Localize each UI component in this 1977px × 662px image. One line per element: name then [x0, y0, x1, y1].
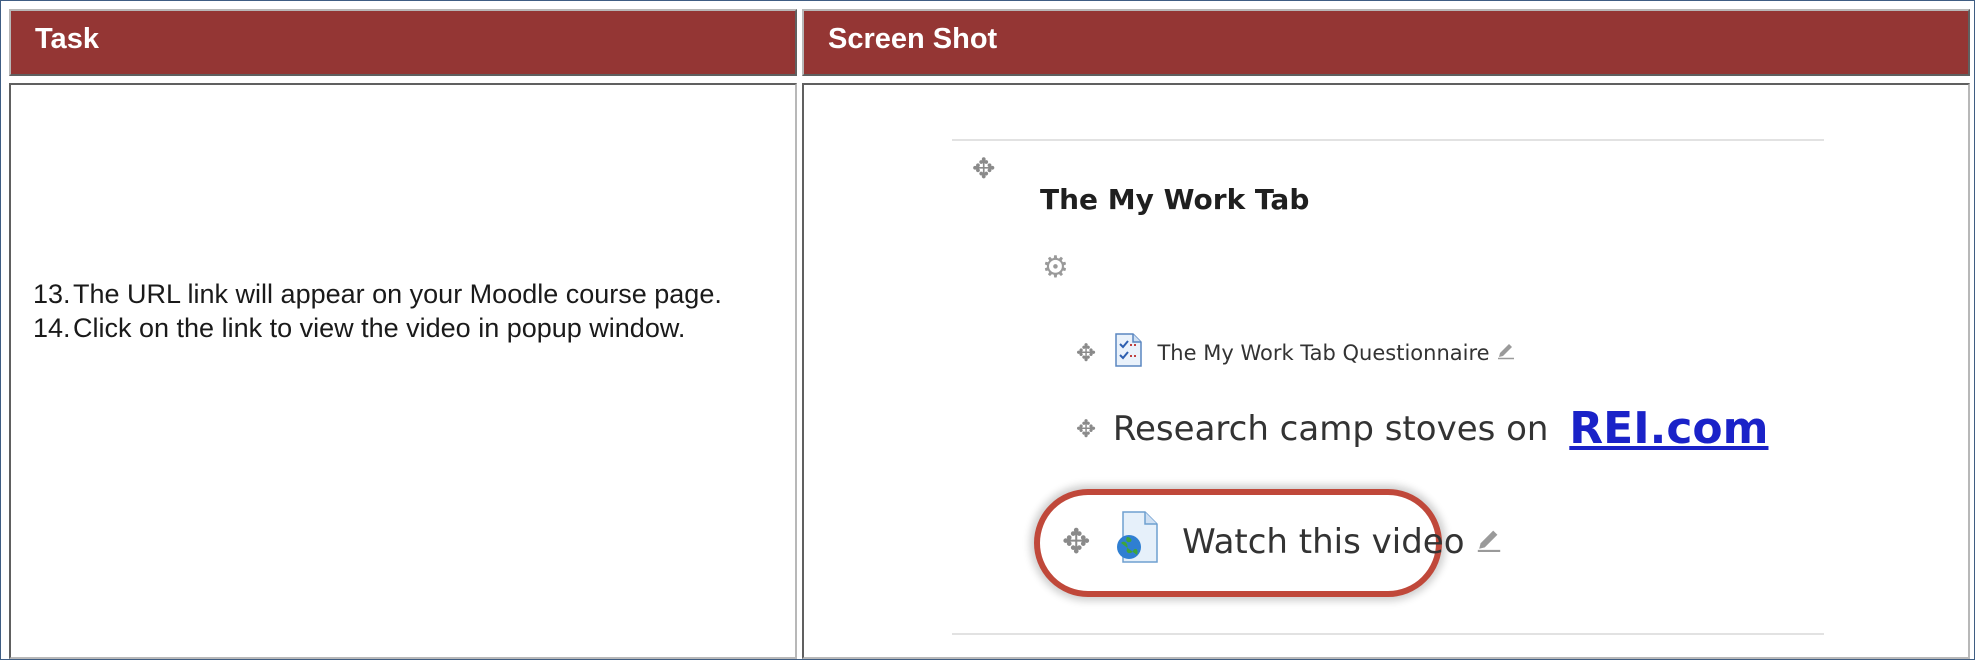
move-icon: ✥ — [1076, 414, 1097, 443]
step-text: The URL link will appear on your Moodle … — [73, 279, 722, 309]
gear-icon: ⚙ — [1042, 251, 1069, 284]
move-icon: ✥ — [1076, 338, 1097, 367]
move-icon: ✥ — [1062, 521, 1091, 562]
rei-link[interactable]: REI.com — [1569, 403, 1768, 454]
video-url-activity: ✥ Watch this video — [1062, 511, 1503, 572]
watch-video-link[interactable]: Watch this video — [1182, 522, 1464, 562]
section-title: The My Work Tab — [1040, 183, 1310, 216]
moodle-course-screenshot: ✥ The My Work Tab ⚙ ✥ The My Work Tab Qu… — [952, 139, 1824, 635]
instruction-table: Task Screen Shot 13. The URL link will a… — [0, 0, 1975, 660]
step-14: 14. Click on the link to view the video … — [33, 311, 803, 345]
rei-label-text: Research camp stoves on — [1112, 408, 1549, 449]
edit-pencil-icon[interactable] — [1475, 522, 1503, 562]
step-13: 13. The URL link will appear on your Moo… — [33, 277, 803, 311]
edit-pencil-icon[interactable] — [1496, 340, 1516, 365]
url-globe-icon — [1115, 511, 1159, 572]
task-cell: 13. The URL link will appear on your Moo… — [9, 83, 797, 659]
step-text: Click on the link to view the video in p… — [73, 313, 686, 343]
screenshot-column-header: Screen Shot — [802, 9, 1970, 76]
screenshot-header-label: Screen Shot — [828, 23, 998, 55]
rei-label-activity: ✥ Research camp stoves on REI.com — [1076, 403, 1768, 454]
questionnaire-link[interactable]: The My Work Tab Questionnaire — [1157, 341, 1489, 365]
move-icon: ✥ — [972, 153, 996, 184]
step-number: 13. — [33, 279, 71, 309]
task-header-label: Task — [35, 23, 99, 55]
screenshot-cell: ✥ The My Work Tab ⚙ ✥ The My Work Tab Qu… — [802, 83, 1970, 659]
questionnaire-icon — [1113, 333, 1143, 372]
task-steps: 13. The URL link will appear on your Moo… — [33, 277, 803, 345]
task-column-header: Task — [9, 9, 797, 76]
questionnaire-activity: ✥ The My Work Tab Questionnaire — [1076, 333, 1516, 372]
step-number: 14. — [33, 313, 71, 343]
